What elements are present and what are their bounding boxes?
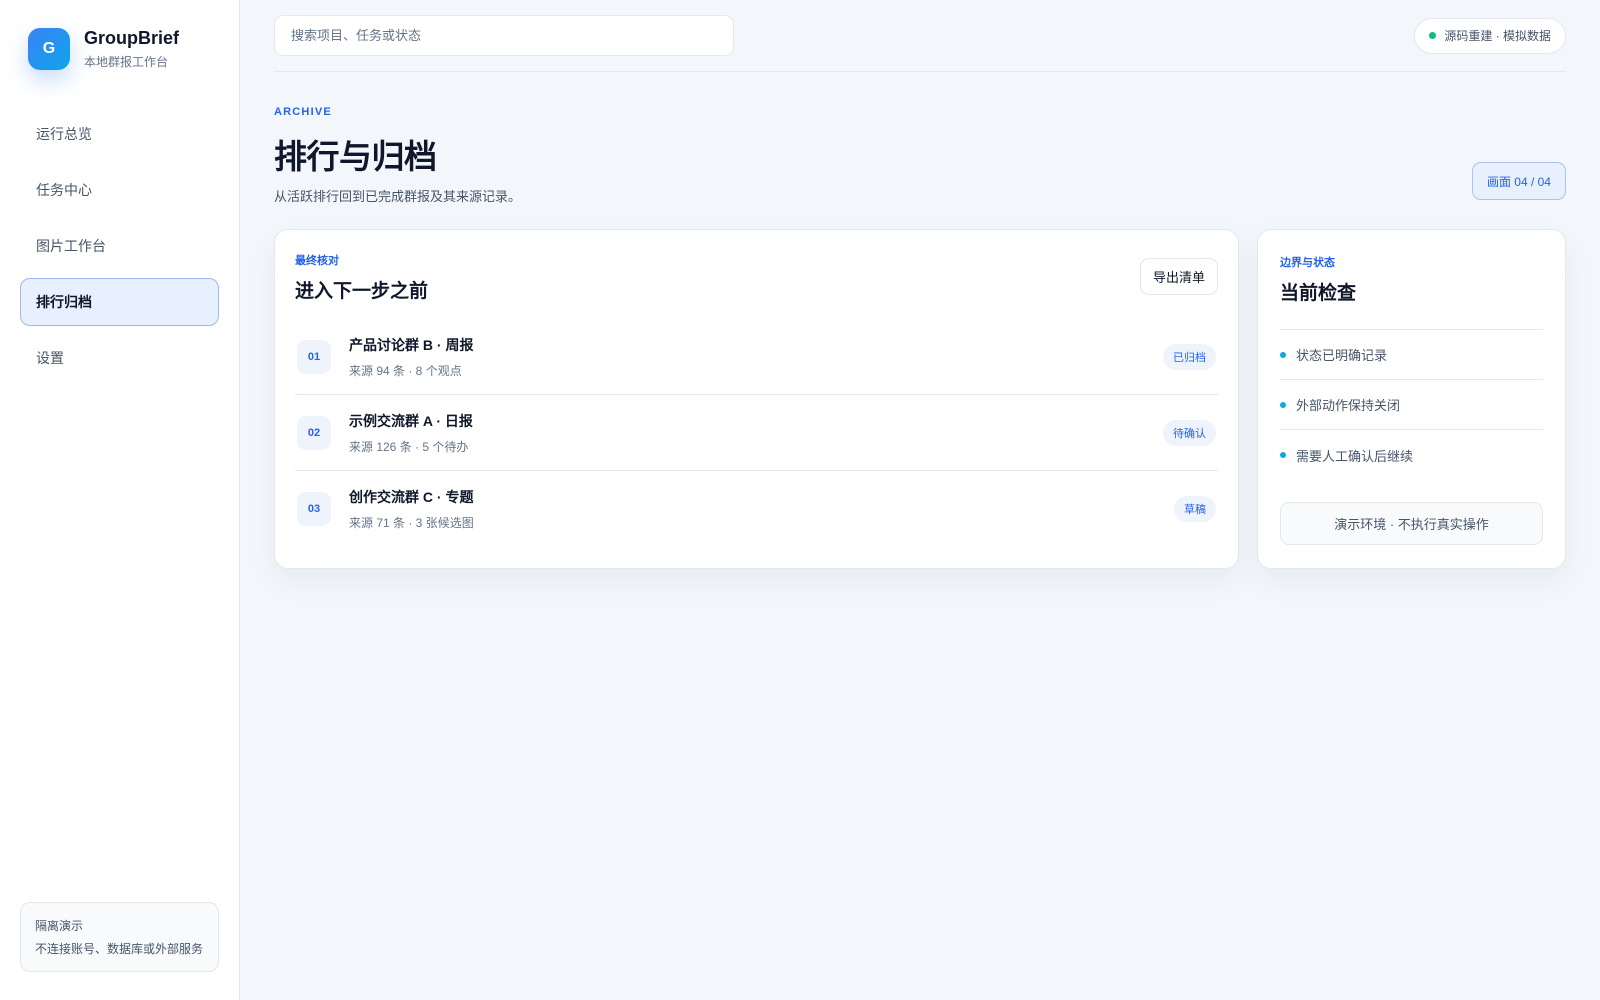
check-item: 状态已明确记录: [1280, 330, 1543, 380]
bullet-dot-icon: [1280, 401, 1286, 408]
page-header: ARCHIVE 排行与归档 从活跃排行回到已完成群报及其来源记录。 画面 04 …: [274, 106, 1566, 205]
brand-text: GroupBrief 本地群报工作台: [84, 28, 179, 70]
brief-list: 01 产品讨论群 B · 周报 来源 94 条 · 8 个观点 已归档 02 示…: [295, 319, 1218, 547]
page-eyebrow: ARCHIVE: [274, 106, 332, 118]
current-check-eyebrow: 边界与状态: [1280, 257, 1335, 269]
isolation-notice-title: 隔离演示: [35, 919, 84, 933]
isolation-notice: 隔离演示 不连接账号、数据库或外部服务: [20, 902, 219, 972]
status-badge: 待确认: [1163, 419, 1216, 446]
status-dot-icon: [1429, 32, 1437, 39]
search-input[interactable]: [274, 15, 734, 56]
topbar: 源码重建 · 模拟数据: [274, 15, 1566, 56]
brand-subtitle: 本地群报工作台: [84, 55, 169, 69]
sidebar: G GroupBrief 本地群报工作台 运行总览 任务中心 图片工作台 排行归…: [0, 0, 240, 1000]
row-text: 创作交流群 C · 专题 来源 71 条 · 3 张候选图: [349, 487, 1174, 531]
check-item-label: 外部动作保持关闭: [1296, 398, 1401, 413]
brand-name: GroupBrief: [84, 28, 180, 48]
list-item[interactable]: 02 示例交流群 A · 日报 来源 126 条 · 5 个待办 待确认: [295, 395, 1218, 471]
current-check-card: 边界与状态 当前检查 状态已明确记录 外部动作保持关闭 需要人工确认后继续 演示…: [1257, 229, 1566, 569]
status-text: 源码重建 · 模拟数据: [1444, 29, 1551, 43]
status-pill: 源码重建 · 模拟数据: [1414, 17, 1566, 54]
sidebar-nav: 运行总览 任务中心 图片工作台 排行归档 设置: [20, 110, 219, 382]
status-badge: 草稿: [1174, 496, 1216, 522]
current-check-title: 当前检查: [1280, 283, 1357, 304]
isolation-notice-desc: 不连接账号、数据库或外部服务: [35, 942, 204, 956]
bullet-dot-icon: [1280, 452, 1286, 458]
brand: G GroupBrief 本地群报工作台: [28, 28, 219, 70]
row-title: 示例交流群 A · 日报: [349, 412, 473, 429]
brand-logo-icon: G: [28, 28, 70, 70]
check-item-label: 需要人工确认后继续: [1296, 448, 1414, 464]
row-text: 示例交流群 A · 日报 来源 126 条 · 5 个待办: [349, 411, 1163, 455]
row-meta: 来源 126 条 · 5 个待办: [349, 439, 469, 454]
demo-environment-button[interactable]: 演示环境 · 不执行真实操作: [1280, 502, 1543, 545]
list-item[interactable]: 03 创作交流群 C · 专题 来源 71 条 · 3 张候选图 草稿: [295, 471, 1218, 547]
check-item: 外部动作保持关闭: [1280, 380, 1543, 430]
final-check-title: 进入下一步之前: [295, 281, 429, 302]
topbar-divider: [274, 71, 1566, 72]
row-text: 产品讨论群 B · 周报 来源 94 条 · 8 个观点: [349, 335, 1163, 379]
row-number: 01: [297, 339, 331, 374]
row-number: 02: [297, 415, 331, 450]
page-title: 排行与归档: [274, 138, 437, 175]
row-meta: 来源 94 条 · 8 个观点: [349, 363, 462, 378]
row-title: 创作交流群 C · 专题: [349, 489, 474, 505]
row-title: 产品讨论群 B · 周报: [349, 336, 474, 353]
sidebar-item-images[interactable]: 图片工作台: [20, 222, 219, 270]
list-item[interactable]: 01 产品讨论群 B · 周报 来源 94 条 · 8 个观点 已归档: [295, 319, 1218, 395]
status-badge: 已归档: [1163, 343, 1216, 370]
sidebar-item-overview[interactable]: 运行总览: [20, 110, 219, 158]
sidebar-item-settings[interactable]: 设置: [20, 334, 219, 382]
sidebar-item-archive[interactable]: 排行归档: [20, 278, 219, 326]
row-number: 03: [297, 492, 331, 526]
cards-area: 最终核对 进入下一步之前 导出清单 01 产品讨论群 B · 周报 来源 94 …: [274, 229, 1566, 569]
sidebar-item-tasks[interactable]: 任务中心: [20, 166, 219, 214]
main-content: 源码重建 · 模拟数据 ARCHIVE 排行与归档 从活跃排行回到已完成群报及其…: [240, 0, 1600, 1000]
final-check-card: 最终核对 进入下一步之前 导出清单 01 产品讨论群 B · 周报 来源 94 …: [274, 229, 1239, 569]
check-item: 需要人工确认后继续: [1280, 430, 1543, 480]
app-root: G GroupBrief 本地群报工作台 运行总览 任务中心 图片工作台 排行归…: [0, 0, 1600, 1000]
check-item-label: 状态已明确记录: [1296, 348, 1388, 363]
screen-badge: 画面 04 / 04: [1471, 162, 1566, 200]
bullet-dot-icon: [1280, 351, 1286, 358]
export-list-button[interactable]: 导出清单: [1139, 258, 1218, 295]
check-list: 状态已明确记录 外部动作保持关闭 需要人工确认后继续: [1280, 329, 1543, 480]
page-description: 从活跃排行回到已完成群报及其来源记录。: [274, 189, 522, 204]
row-meta: 来源 71 条 · 3 张候选图: [349, 516, 474, 530]
final-check-eyebrow: 最终核对: [295, 255, 339, 267]
